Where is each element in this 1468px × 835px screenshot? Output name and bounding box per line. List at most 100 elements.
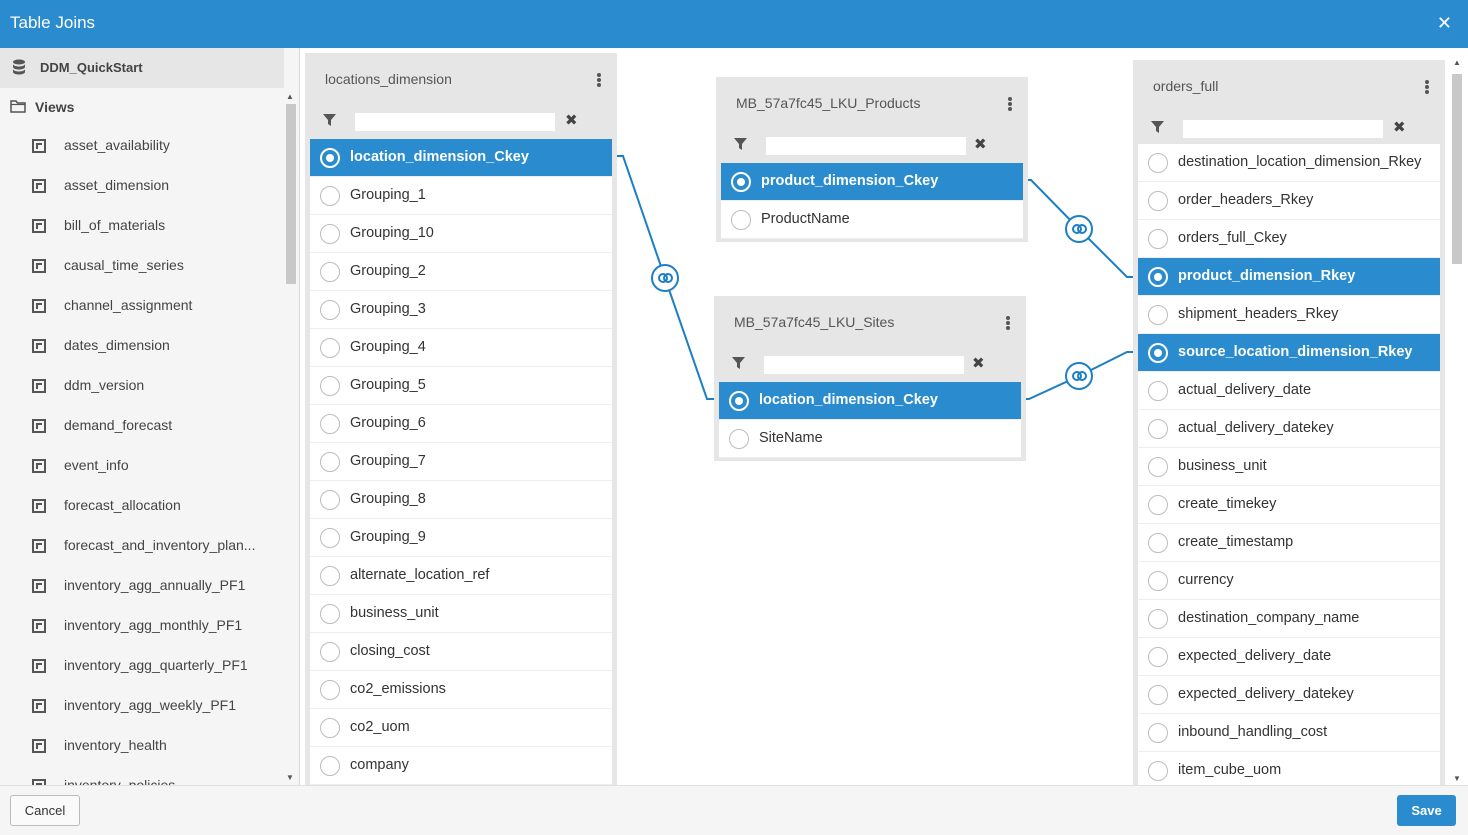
clear-filter-icon[interactable]: ✖	[1393, 118, 1406, 136]
sidebar-item-view[interactable]: bill_of_materials	[0, 206, 284, 246]
table-orders-full[interactable]: orders_full ✖ destination_location_dimen…	[1133, 60, 1445, 785]
column-radio[interactable]	[1148, 685, 1168, 705]
table-lku-products[interactable]: MB_57a7fc45_LKU_Products ✖ product_dimen…	[716, 77, 1028, 242]
column-row[interactable]: Grouping_3	[310, 291, 612, 329]
column-row[interactable]: SiteName	[719, 420, 1021, 458]
save-button[interactable]: Save	[1397, 795, 1456, 826]
sidebar-item-view[interactable]: inventory_agg_monthly_PF1	[0, 606, 284, 646]
sidebar-item-view[interactable]: inventory_agg_weekly_PF1	[0, 686, 284, 726]
table-locations-dimension[interactable]: locations_dimension ✖ location_dimension…	[305, 53, 617, 785]
column-row[interactable]: company	[310, 747, 612, 785]
column-filter-input[interactable]	[1183, 120, 1383, 138]
column-radio[interactable]	[1148, 609, 1168, 629]
close-icon[interactable]: ✕	[1437, 13, 1452, 34]
column-row[interactable]: Grouping_5	[310, 367, 612, 405]
column-radio[interactable]	[1148, 495, 1168, 515]
column-radio[interactable]	[320, 566, 340, 586]
kebab-menu-icon[interactable]	[1008, 97, 1012, 111]
column-radio[interactable]	[320, 300, 340, 320]
column-radio[interactable]	[1148, 457, 1168, 477]
column-row[interactable]: actual_delivery_date	[1138, 372, 1440, 410]
column-row[interactable]: actual_delivery_datekey	[1138, 410, 1440, 448]
clear-filter-icon[interactable]: ✖	[974, 135, 987, 153]
column-radio[interactable]	[320, 642, 340, 662]
column-row[interactable]: create_timekey	[1138, 486, 1440, 524]
column-row[interactable]: Grouping_9	[310, 519, 612, 557]
clear-filter-icon[interactable]: ✖	[972, 354, 985, 372]
column-radio[interactable]	[1148, 571, 1168, 591]
sidebar-item-view[interactable]: causal_time_series	[0, 246, 284, 286]
column-radio[interactable]	[1148, 419, 1168, 439]
column-radio[interactable]	[1148, 647, 1168, 667]
column-radio[interactable]	[1148, 533, 1168, 553]
column-radio[interactable]	[1148, 191, 1168, 211]
filter-icon[interactable]	[734, 137, 747, 153]
scroll-up-icon[interactable]: ▲	[1453, 58, 1461, 67]
column-filter-input[interactable]	[766, 137, 966, 155]
scroll-up-icon[interactable]: ▲	[286, 92, 294, 101]
column-row[interactable]: product_dimension_Rkey	[1138, 258, 1440, 296]
column-radio[interactable]	[320, 224, 340, 244]
column-row[interactable]: product_dimension_Ckey	[721, 163, 1023, 201]
scrollbar-thumb[interactable]	[286, 104, 296, 284]
column-radio[interactable]	[320, 376, 340, 396]
scroll-down-icon[interactable]: ▼	[286, 773, 294, 782]
column-radio[interactable]	[320, 490, 340, 510]
join-icon[interactable]	[1065, 362, 1093, 390]
column-radio[interactable]	[1148, 381, 1168, 401]
column-row[interactable]: expected_delivery_datekey	[1138, 676, 1440, 714]
sidebar-scrollbar[interactable]: ▲ ▼	[283, 88, 299, 785]
column-radio[interactable]	[320, 338, 340, 358]
kebab-menu-icon[interactable]	[1425, 80, 1429, 94]
column-radio[interactable]	[320, 186, 340, 206]
column-row[interactable]: currency	[1138, 562, 1440, 600]
sidebar-item-view[interactable]: inventory_agg_annually_PF1	[0, 566, 284, 606]
column-radio[interactable]	[729, 429, 749, 449]
column-row[interactable]: Grouping_6	[310, 405, 612, 443]
column-radio[interactable]	[1148, 153, 1168, 173]
sidebar-item-view[interactable]: forecast_allocation	[0, 486, 284, 526]
scroll-down-icon[interactable]: ▼	[1453, 774, 1461, 783]
filter-icon[interactable]	[1151, 120, 1164, 136]
column-radio[interactable]	[320, 756, 340, 776]
column-radio[interactable]	[1148, 723, 1168, 743]
views-folder[interactable]: Views	[0, 88, 284, 126]
column-row[interactable]: destination_location_dimension_Rkey	[1138, 144, 1440, 182]
column-row[interactable]: closing_cost	[310, 633, 612, 671]
column-radio[interactable]	[1148, 229, 1168, 249]
canvas-scrollbar[interactable]: ▲ ▼	[1449, 56, 1465, 785]
sidebar-item-view[interactable]: event_info	[0, 446, 284, 486]
column-row[interactable]: create_timestamp	[1138, 524, 1440, 562]
column-row[interactable]: shipment_headers_Rkey	[1138, 296, 1440, 334]
sidebar-item-view[interactable]: inventory_agg_quarterly_PF1	[0, 646, 284, 686]
scrollbar-thumb[interactable]	[1452, 74, 1462, 264]
column-row[interactable]: Grouping_4	[310, 329, 612, 367]
column-radio[interactable]	[729, 391, 749, 411]
sidebar-item-view[interactable]: channel_assignment	[0, 286, 284, 326]
column-radio[interactable]	[1148, 761, 1168, 781]
sidebar-item-view[interactable]: forecast_and_inventory_plan...	[0, 526, 284, 566]
sidebar-item-view[interactable]: ddm_version	[0, 366, 284, 406]
column-radio[interactable]	[1148, 343, 1168, 363]
column-row[interactable]: Grouping_1	[310, 177, 612, 215]
sidebar-item-view[interactable]: asset_availability	[0, 126, 284, 166]
column-radio[interactable]	[320, 148, 340, 168]
column-row[interactable]: expected_delivery_date	[1138, 638, 1440, 676]
column-radio[interactable]	[320, 414, 340, 434]
join-icon[interactable]	[1065, 215, 1093, 243]
column-radio[interactable]	[320, 604, 340, 624]
column-row[interactable]: Grouping_2	[310, 253, 612, 291]
column-filter-input[interactable]	[355, 113, 555, 131]
column-row[interactable]: item_cube_uom	[1138, 752, 1440, 785]
column-row[interactable]: business_unit	[1138, 448, 1440, 486]
column-radio[interactable]	[320, 528, 340, 548]
sidebar-item-view[interactable]: demand_forecast	[0, 406, 284, 446]
column-row[interactable]: order_headers_Rkey	[1138, 182, 1440, 220]
sidebar-item-view[interactable]: asset_dimension	[0, 166, 284, 206]
sidebar-item-view[interactable]: dates_dimension	[0, 326, 284, 366]
column-row[interactable]: location_dimension_Ckey	[310, 139, 612, 177]
column-radio[interactable]	[731, 172, 751, 192]
column-filter-input[interactable]	[764, 356, 964, 374]
column-row[interactable]: orders_full_Ckey	[1138, 220, 1440, 258]
column-radio[interactable]	[1148, 305, 1168, 325]
